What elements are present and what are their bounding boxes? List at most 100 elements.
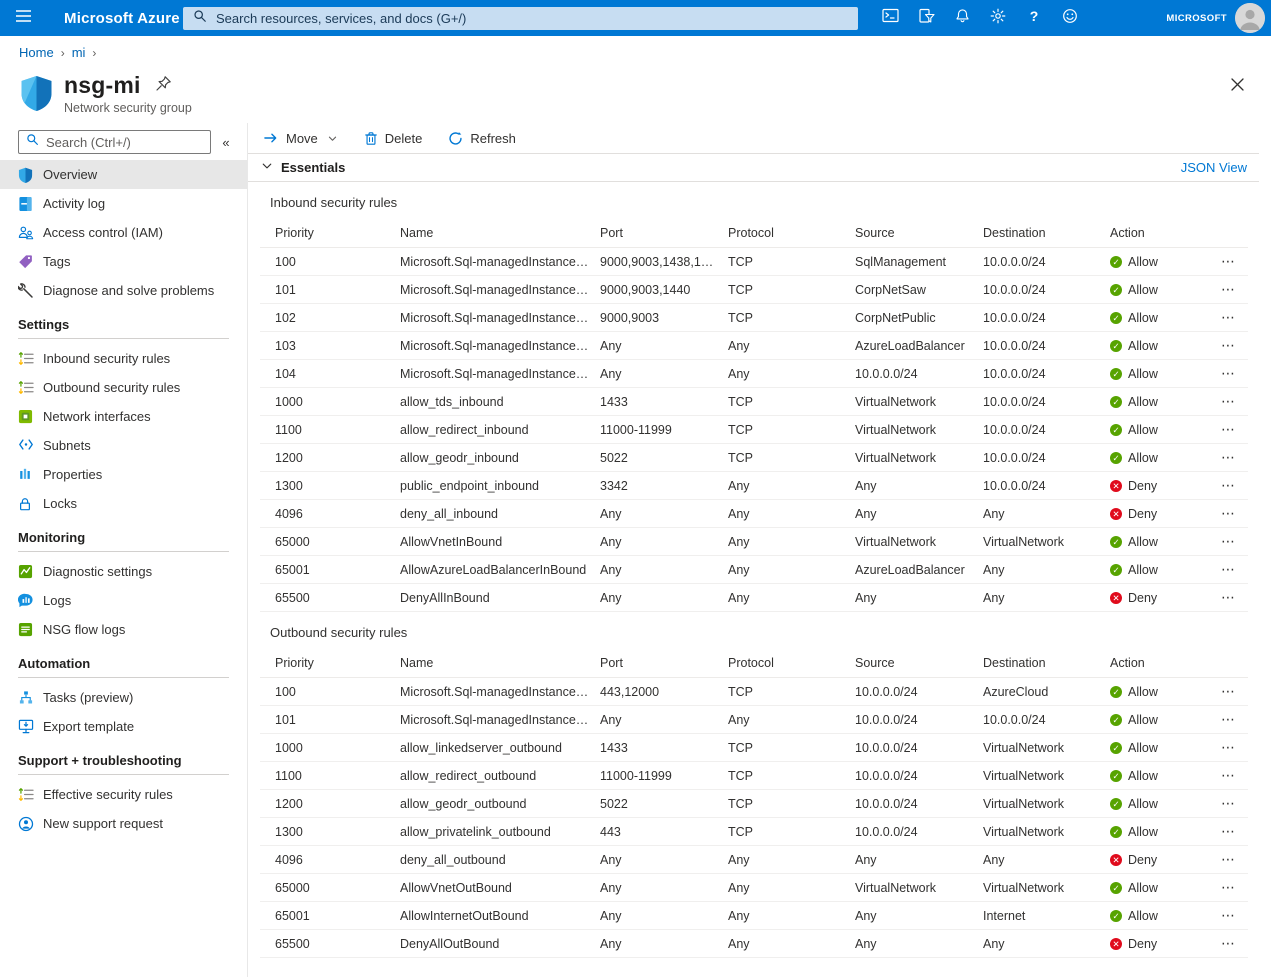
brand-title: Microsoft Azure: [64, 10, 180, 27]
row-context-menu-button[interactable]: ⋯: [1210, 879, 1248, 896]
sidebar-item-label: Overview: [43, 167, 97, 182]
row-context-menu-button[interactable]: ⋯: [1210, 739, 1248, 756]
sidebar-item-inbound-security-rules[interactable]: Inbound security rules: [0, 344, 247, 373]
breadcrumb-link[interactable]: Home: [19, 45, 54, 60]
json-view-link[interactable]: JSON View: [1181, 160, 1247, 175]
menu-search-placeholder: Search (Ctrl+/): [46, 135, 131, 150]
row-context-menu-button[interactable]: ⋯: [1210, 851, 1248, 868]
cell-priority: 1100: [260, 769, 400, 783]
cell-protocol: TCP: [728, 423, 855, 437]
sidebar-item-network-interfaces[interactable]: Network interfaces: [0, 402, 247, 431]
collapse-menu-button[interactable]: «: [211, 135, 241, 150]
cell-name: AllowVnetInBound: [400, 535, 600, 549]
row-context-menu-button[interactable]: ⋯: [1210, 253, 1248, 270]
sidebar-item-properties[interactable]: Properties: [0, 460, 247, 489]
cell-destination: 10.0.0.0/24: [983, 283, 1110, 297]
breadcrumb-link[interactable]: mi: [72, 45, 86, 60]
row-context-menu-button[interactable]: ⋯: [1210, 449, 1248, 466]
row-context-menu-button[interactable]: ⋯: [1210, 281, 1248, 298]
rule-row[interactable]: 104Microsoft.Sql-managedInstances_U...An…: [260, 360, 1248, 388]
rule-row[interactable]: 103Microsoft.Sql-managedInstances_U...An…: [260, 332, 1248, 360]
pin-button[interactable]: [155, 75, 172, 97]
rule-row[interactable]: 65500DenyAllInBoundAnyAnyAnyAny✕Deny⋯: [260, 584, 1248, 612]
help-button[interactable]: ?: [1016, 0, 1052, 36]
row-context-menu-button[interactable]: ⋯: [1210, 393, 1248, 410]
row-context-menu-button[interactable]: ⋯: [1210, 907, 1248, 924]
sidebar-section-header: Support + troubleshooting: [0, 741, 247, 769]
sidebar-item-access-control-iam[interactable]: Access control (IAM): [0, 218, 247, 247]
sidebar-item-diagnose-and-solve-problems[interactable]: Diagnose and solve problems: [0, 276, 247, 305]
cell-port: Any: [600, 535, 728, 549]
rule-row[interactable]: 100Microsoft.Sql-managedInstances_U...44…: [260, 678, 1248, 706]
row-context-menu-button[interactable]: ⋯: [1210, 337, 1248, 354]
rule-row[interactable]: 1200allow_geodr_outbound5022TCP10.0.0.0/…: [260, 790, 1248, 818]
sidebar-item-diagnostic-settings[interactable]: Diagnostic settings: [0, 557, 247, 586]
cell-action: ✓Allow: [1110, 563, 1210, 577]
sidebar-item-subnets[interactable]: Subnets: [0, 431, 247, 460]
allow-status-icon: ✓: [1110, 424, 1122, 436]
settings-button[interactable]: [980, 0, 1016, 36]
sidebar-item-locks[interactable]: Locks: [0, 489, 247, 518]
rule-row[interactable]: 1000allow_tds_inbound1433TCPVirtualNetwo…: [260, 388, 1248, 416]
row-context-menu-button[interactable]: ⋯: [1210, 823, 1248, 840]
rule-row[interactable]: 4096deny_all_outboundAnyAnyAnyAny✕Deny⋯: [260, 846, 1248, 874]
row-context-menu-button[interactable]: ⋯: [1210, 309, 1248, 326]
row-context-menu-button[interactable]: ⋯: [1210, 795, 1248, 812]
account-area[interactable]: MICROSOFT: [1166, 0, 1227, 36]
cell-priority: 1200: [260, 451, 400, 465]
feedback-button[interactable]: [1052, 0, 1088, 36]
rule-row[interactable]: 101Microsoft.Sql-managedInstances_U...90…: [260, 276, 1248, 304]
rule-row[interactable]: 4096deny_all_inboundAnyAnyAnyAny✕Deny⋯: [260, 500, 1248, 528]
hamburger-menu-button[interactable]: (: [0, 0, 46, 36]
sidebar-item-export-template[interactable]: Export template: [0, 712, 247, 741]
notifications-button[interactable]: [944, 0, 980, 36]
rule-row[interactable]: 102Microsoft.Sql-managedInstances_U...90…: [260, 304, 1248, 332]
sidebar-item-nsg-flow-logs[interactable]: NSG flow logs: [0, 615, 247, 644]
rule-row[interactable]: 1000allow_linkedserver_outbound1433TCP10…: [260, 734, 1248, 762]
row-context-menu-button[interactable]: ⋯: [1210, 711, 1248, 728]
command-label: Move: [286, 131, 318, 146]
sidebar-item-outbound-security-rules[interactable]: Outbound security rules: [0, 373, 247, 402]
rule-row[interactable]: 101Microsoft.Sql-managedInstances_U...An…: [260, 706, 1248, 734]
cloud-shell-button[interactable]: [872, 0, 908, 36]
rule-row[interactable]: 1100allow_redirect_inbound11000-11999TCP…: [260, 416, 1248, 444]
close-button[interactable]: [1230, 77, 1245, 97]
rule-row[interactable]: 1300allow_privatelink_outbound443TCP10.0…: [260, 818, 1248, 846]
rule-row[interactable]: 1200allow_geodr_inbound5022TCPVirtualNet…: [260, 444, 1248, 472]
rule-row[interactable]: 100Microsoft.Sql-managedInstances_U...90…: [260, 248, 1248, 276]
row-context-menu-button[interactable]: ⋯: [1210, 533, 1248, 550]
row-context-menu-button[interactable]: ⋯: [1210, 561, 1248, 578]
row-context-menu-button[interactable]: ⋯: [1210, 767, 1248, 784]
directory-filter-button[interactable]: [908, 0, 944, 36]
row-context-menu-button[interactable]: ⋯: [1210, 421, 1248, 438]
global-search-input[interactable]: Search resources, services, and docs (G+…: [183, 7, 858, 30]
delete-button[interactable]: Delete: [364, 131, 423, 146]
rule-row[interactable]: 65000AllowVnetOutBoundAnyAnyVirtualNetwo…: [260, 874, 1248, 902]
sidebar-item-tasks-preview[interactable]: Tasks (preview): [0, 683, 247, 712]
row-context-menu-button[interactable]: ⋯: [1210, 589, 1248, 606]
menu-search-input[interactable]: Search (Ctrl+/): [18, 130, 211, 154]
sidebar-item-logs[interactable]: Logs: [0, 586, 247, 615]
rule-row[interactable]: 1300public_endpoint_inbound3342AnyAny10.…: [260, 472, 1248, 500]
row-context-menu-button[interactable]: ⋯: [1210, 365, 1248, 382]
essentials-toggle[interactable]: Essentials: [261, 159, 345, 177]
sidebar-item-overview[interactable]: Overview: [0, 160, 247, 189]
move-button[interactable]: Move: [263, 131, 338, 146]
avatar[interactable]: [1235, 3, 1265, 33]
row-context-menu-button[interactable]: ⋯: [1210, 935, 1248, 952]
rule-row[interactable]: 65500DenyAllOutBoundAnyAnyAnyAny✕Deny⋯: [260, 930, 1248, 958]
sidebar-item-effective-security-rules[interactable]: Effective security rules: [0, 780, 247, 809]
row-context-menu-button[interactable]: ⋯: [1210, 477, 1248, 494]
rule-row[interactable]: 1100allow_redirect_outbound11000-11999TC…: [260, 762, 1248, 790]
rule-row[interactable]: 65000AllowVnetInBoundAnyAnyVirtualNetwor…: [260, 528, 1248, 556]
sidebar-item-tags[interactable]: Tags: [0, 247, 247, 276]
rule-row[interactable]: 65001AllowAzureLoadBalancerInBoundAnyAny…: [260, 556, 1248, 584]
shield-icon: [18, 167, 34, 183]
row-context-menu-button[interactable]: ⋯: [1210, 505, 1248, 522]
sidebar-item-activity-log[interactable]: Activity log: [0, 189, 247, 218]
refresh-button[interactable]: Refresh: [448, 131, 516, 146]
rule-row[interactable]: 65001AllowInternetOutBoundAnyAnyAnyInter…: [260, 902, 1248, 930]
row-context-menu-button[interactable]: ⋯: [1210, 683, 1248, 700]
sidebar-item-new-support-request[interactable]: New support request: [0, 809, 247, 838]
cell-name: Microsoft.Sql-managedInstances_U...: [400, 367, 600, 381]
